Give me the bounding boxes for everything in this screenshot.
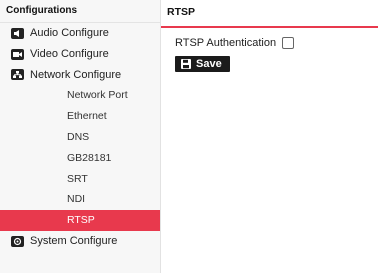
rtsp-auth-checkbox[interactable] xyxy=(282,37,295,49)
sidebar-header: Configurations xyxy=(0,0,160,23)
sidebar-item-label: Network Configure xyxy=(30,68,122,81)
sidebar-item-video-configure[interactable]: Video Configure xyxy=(0,44,160,65)
sidebar-item-gb28181[interactable]: GB28181 xyxy=(0,148,160,169)
camera-icon xyxy=(11,48,24,60)
sidebar-item-rtsp[interactable]: RTSP xyxy=(0,210,160,231)
sidebar-item-ethernet[interactable]: Ethernet xyxy=(0,106,160,127)
sidebar: Configurations Audio Configure Video Con… xyxy=(0,0,161,273)
sidebar-item-srt[interactable]: SRT xyxy=(0,169,160,190)
rtsp-auth-label: RTSP Authentication xyxy=(175,37,277,49)
speaker-icon xyxy=(11,27,24,39)
sidebar-item-label: Network Port xyxy=(67,89,128,102)
sidebar-item-label: SRT xyxy=(67,172,88,185)
save-button-label: Save xyxy=(196,58,222,70)
sidebar-item-label: Ethernet xyxy=(67,110,107,123)
sidebar-item-network-configure[interactable]: Network Configure xyxy=(0,65,160,86)
sidebar-item-label: Video Configure xyxy=(30,47,109,60)
save-button[interactable]: Save xyxy=(175,56,230,72)
sidebar-item-label: Audio Configure xyxy=(30,27,109,39)
sidebar-item-audio-configure[interactable]: Audio Configure xyxy=(0,23,160,44)
main-panel: RTSP RTSP Authentication Save xyxy=(161,0,378,273)
sidebar-item-system-configure[interactable]: System Configure xyxy=(0,231,160,252)
network-icon xyxy=(11,69,24,81)
page-title: RTSP xyxy=(161,0,378,28)
sidebar-item-dns[interactable]: DNS xyxy=(0,127,160,148)
sidebar-item-label: GB28181 xyxy=(67,151,112,164)
sidebar-item-label: System Configure xyxy=(30,234,118,247)
sidebar-item-ndi[interactable]: NDI xyxy=(0,189,160,210)
system-icon xyxy=(11,235,24,247)
sidebar-item-network-port[interactable]: Network Port xyxy=(0,85,160,106)
sidebar-item-label: DNS xyxy=(67,130,90,143)
rtsp-auth-row: RTSP Authentication xyxy=(161,37,378,49)
sidebar-item-label: RTSP xyxy=(67,214,95,227)
save-icon xyxy=(181,59,191,69)
sidebar-item-label: NDI xyxy=(67,193,86,206)
